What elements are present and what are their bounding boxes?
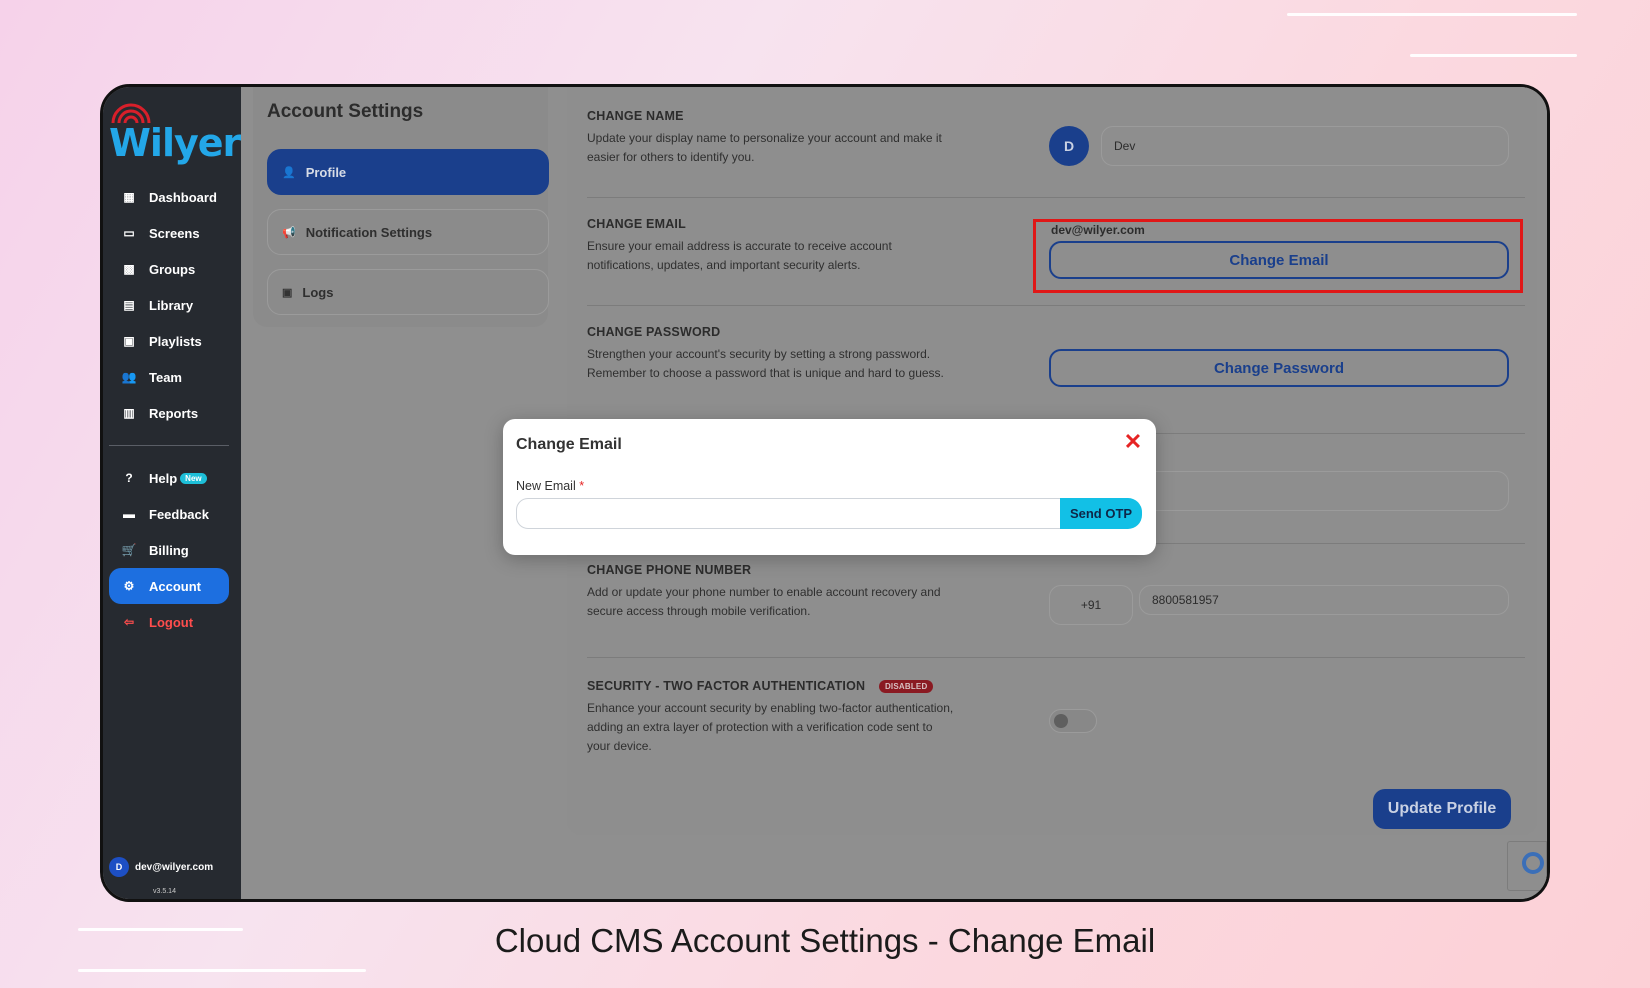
phone-number-field[interactable]: 8800581957 <box>1139 585 1509 615</box>
section-description: Enhance your account security by enablin… <box>587 701 954 754</box>
settings-menu: Account Settings 👤 Profile 📢 Notificatio… <box>253 87 549 327</box>
megaphone-icon: 📢 <box>282 226 296 239</box>
decorative-line <box>1410 54 1577 57</box>
modal-title: Change Email <box>516 436 622 453</box>
section-description: Update your display name to personalize … <box>587 131 942 164</box>
sidebar-item-reports[interactable]: ▥ Reports <box>109 395 229 431</box>
sidebar-item-billing[interactable]: 🛒 Billing <box>109 532 229 568</box>
two-factor-toggle[interactable] <box>1049 709 1097 733</box>
help-icon: ? <box>125 471 133 485</box>
sidebar-item-groups[interactable]: ▩ Groups <box>109 251 229 287</box>
sidebar-item-label: Feedback <box>149 506 209 522</box>
update-profile-button[interactable]: Update Profile <box>1373 789 1511 829</box>
sidebar-item-label: Account <box>149 578 201 594</box>
sidebar-item-label: Screens <box>149 225 200 241</box>
sidebar-item-label: Library <box>149 297 194 313</box>
new-badge: New <box>180 472 207 484</box>
sidebar-item-feedback[interactable]: ▬ Feedback <box>109 496 229 532</box>
section-description: Add or update your phone number to enabl… <box>587 585 941 618</box>
divider <box>587 197 1525 198</box>
divider <box>587 657 1525 658</box>
section-title: CHANGE PASSWORD <box>587 325 721 339</box>
section-title: SECURITY - TWO FACTOR AUTHENTICATION DIS… <box>587 679 1525 694</box>
decorative-line <box>78 969 366 972</box>
avatar: D <box>1049 126 1089 166</box>
sidebar-item-label: Team <box>149 369 182 385</box>
avatar: D <box>109 857 129 877</box>
primary-nav: ▦ Dashboard ▭ Screens ▩ Groups ▤ Library… <box>109 179 229 640</box>
feedback-icon: ▬ <box>123 507 135 521</box>
recaptcha-icon <box>1522 852 1544 874</box>
send-otp-button[interactable]: Send OTP <box>1060 498 1142 529</box>
sidebar-item-label: Playlists <box>149 333 202 349</box>
image-caption: Cloud CMS Account Settings - Change Emai… <box>494 922 1156 959</box>
playlist-icon: ▣ <box>123 334 135 348</box>
gear-icon: ⚙ <box>123 579 135 593</box>
library-icon: ▤ <box>123 298 135 312</box>
brand-name: Wilyer <box>109 121 241 165</box>
name-field[interactable]: Dev <box>1101 126 1509 166</box>
brand-logo[interactable]: Wilyer <box>109 99 241 165</box>
sidebar-item-playlists[interactable]: ▣ Playlists <box>109 323 229 359</box>
sidebar-item-dashboard[interactable]: ▦ Dashboard <box>109 179 229 215</box>
toggle-knob <box>1054 714 1068 728</box>
required-mark: * <box>579 479 585 493</box>
section-title: CHANGE NAME <box>587 109 684 123</box>
settings-item-notifications[interactable]: 📢 Notification Settings <box>267 209 549 255</box>
sidebar-item-screens[interactable]: ▭ Screens <box>109 215 229 251</box>
logout-icon: ⇦ <box>123 615 135 629</box>
status-badge: DISABLED <box>878 680 934 694</box>
settings-item-label: Notification Settings <box>305 224 433 240</box>
sidebar-item-label: Billing <box>149 542 189 558</box>
settings-item-profile[interactable]: 👤 Profile <box>267 149 549 195</box>
divider <box>587 305 1525 306</box>
sidebar-item-label: Reports <box>149 405 199 421</box>
reports-icon: ▥ <box>123 406 135 420</box>
highlight-box <box>1033 219 1523 293</box>
sidebar-item-team[interactable]: 👥 Team <box>109 359 229 395</box>
sidebar-item-label: Logout <box>149 614 194 630</box>
groups-icon: ▩ <box>123 262 135 276</box>
change-password-button[interactable]: Change Password <box>1049 349 1509 387</box>
field-label-text: New Email <box>516 479 576 493</box>
close-icon[interactable]: ✕ <box>1122 431 1144 453</box>
new-email-input[interactable] <box>516 498 1061 529</box>
decorative-line <box>1287 13 1577 16</box>
settings-item-label: Profile <box>305 164 347 180</box>
change-email-modal: Change Email ✕ New Email * Send OTP <box>503 419 1156 555</box>
app-version: v3.5.14 <box>153 888 176 895</box>
terminal-icon: ▣ <box>282 286 293 299</box>
section-title-text: SECURITY - TWO FACTOR AUTHENTICATION <box>587 679 866 693</box>
new-email-label: New Email * <box>516 479 584 493</box>
team-icon: 👥 <box>121 370 137 384</box>
section-description: Strengthen your account's security by se… <box>587 347 944 380</box>
section-title: CHANGE PHONE NUMBER <box>587 563 752 577</box>
sidebar-item-logout[interactable]: ⇦ Logout <box>109 604 229 640</box>
sidebar-item-account[interactable]: ⚙ Account <box>109 568 229 604</box>
sidebar-item-help[interactable]: ? Help New <box>109 460 229 496</box>
cart-icon: 🛒 <box>121 543 137 557</box>
user-email: dev@wilyer.com <box>135 861 214 873</box>
settings-item-logs[interactable]: ▣ Logs <box>267 269 549 315</box>
screen-icon: ▭ <box>123 226 135 240</box>
sidebar-divider <box>109 445 229 446</box>
sidebar-item-label: Help <box>149 470 178 486</box>
current-user[interactable]: D dev@wilyer.com <box>109 857 213 877</box>
recaptcha-badge[interactable] <box>1507 841 1547 891</box>
sidebar-item-library[interactable]: ▤ Library <box>109 287 229 323</box>
country-code-select[interactable]: +91 <box>1049 585 1133 625</box>
section-description: Ensure your email address is accurate to… <box>587 239 892 272</box>
page-title: Account Settings <box>267 101 424 122</box>
sidebar: Wilyer ▦ Dashboard ▭ Screens ▩ Groups ▤ … <box>103 87 241 899</box>
sidebar-item-label: Groups <box>149 261 196 277</box>
sidebar-item-label: Dashboard <box>149 189 217 205</box>
user-icon: 👤 <box>282 166 296 179</box>
dashboard-icon: ▦ <box>123 190 135 204</box>
settings-item-label: Logs <box>302 284 334 300</box>
